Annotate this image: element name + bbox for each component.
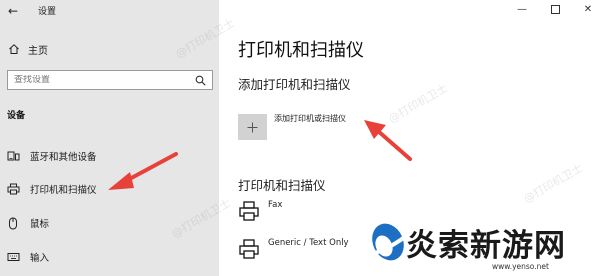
annotation-arrow-add <box>364 120 412 161</box>
minimize-icon[interactable]: — <box>514 2 530 16</box>
home-icon <box>0 43 28 55</box>
sidebar-item-typing[interactable]: 输入 <box>0 246 219 268</box>
sidebar-item-home-label: 主页 <box>28 45 48 57</box>
search-icon[interactable] <box>195 71 206 90</box>
sidebar-item-label: 输入 <box>30 253 50 264</box>
sidebar-item-mouse[interactable]: 鼠标 <box>0 212 219 234</box>
printer-name: Fax <box>268 200 283 210</box>
settings-sidebar: ← 设置 主页 设备 蓝牙和其他设备 打印机和扫描仪 鼠标 <box>0 0 219 276</box>
section-title-add: 添加打印机和扫描仪 <box>238 77 351 92</box>
search-box[interactable] <box>7 70 213 90</box>
app-title: 设置 <box>38 7 57 17</box>
plus-icon <box>247 118 258 137</box>
close-icon[interactable]: ✕ <box>580 2 596 16</box>
add-printer-button[interactable] <box>238 114 267 140</box>
sidebar-item-home[interactable]: 主页 <box>0 38 219 60</box>
maximize-icon[interactable] <box>547 2 563 16</box>
bluetooth-devices-icon <box>0 150 26 162</box>
search-input[interactable] <box>14 75 174 85</box>
section-title-printers: 打印机和扫描仪 <box>238 178 326 193</box>
printer-name: Generic / Text Only <box>268 238 349 248</box>
add-printer-label[interactable]: 添加打印机或扫描仪 <box>274 113 346 124</box>
page-title: 打印机和扫描仪 <box>238 40 364 61</box>
site-logo-url: www.yenso.net <box>492 262 549 271</box>
watermark: @打印机卫士 <box>521 161 586 206</box>
sidebar-item-label: 蓝牙和其他设备 <box>30 152 97 163</box>
printer-icon <box>238 200 260 226</box>
back-arrow-icon[interactable]: ← <box>0 0 26 22</box>
group-header-devices: 设备 <box>7 111 26 121</box>
annotation-arrow-sidebar <box>108 152 178 190</box>
mouse-icon <box>0 217 26 230</box>
printer-icon <box>238 238 260 264</box>
printer-icon <box>0 183 26 195</box>
sidebar-item-label: 鼠标 <box>30 219 50 230</box>
sidebar-item-label: 打印机和扫描仪 <box>30 185 97 196</box>
keyboard-icon <box>0 252 26 262</box>
site-logo-text: 炎索新游网 <box>406 228 566 264</box>
